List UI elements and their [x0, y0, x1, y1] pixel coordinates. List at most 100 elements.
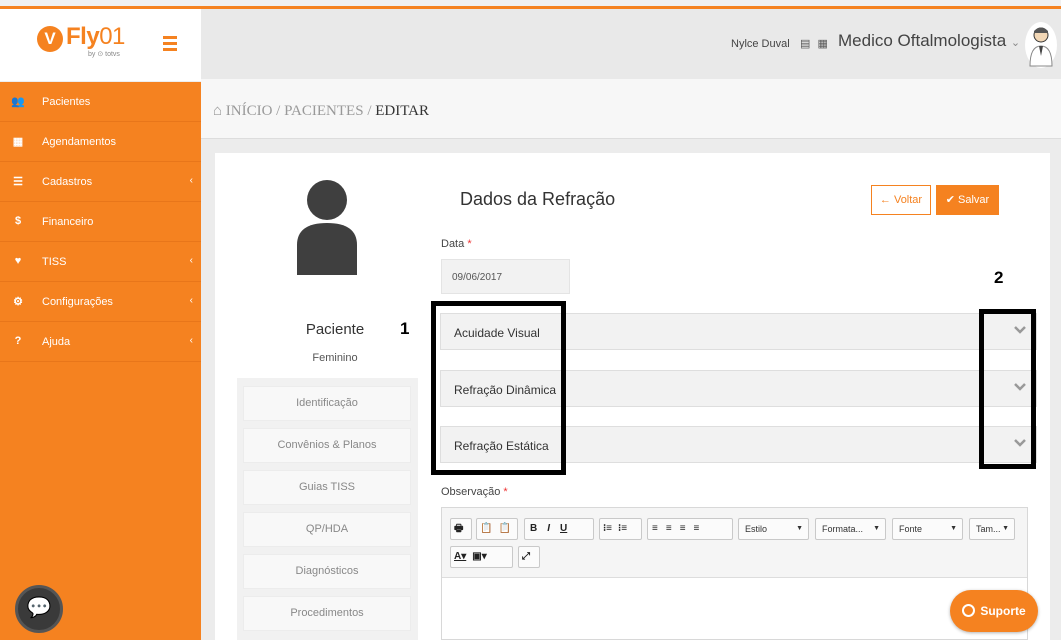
chevron-left-icon: ‹: [189, 175, 193, 186]
top-accent-bar: [0, 0, 1061, 9]
maximize-button[interactable]: ⤢: [518, 546, 540, 568]
patient-name: Paciente: [305, 321, 365, 338]
sidebar-item-financeiro[interactable]: $ Financeiro: [0, 202, 201, 242]
date-field[interactable]: 09/06/2017: [441, 259, 570, 294]
paste-text-icon[interactable]: 📋: [495, 519, 513, 539]
sidebar-item-tiss[interactable]: ♥ TISS ‹: [0, 242, 201, 282]
observation-label: Observação *: [441, 486, 508, 498]
annotation-number-1: 1: [400, 319, 410, 338]
user-name[interactable]: Nylce Duval: [731, 38, 790, 50]
role-selector[interactable]: Medico Oftalmologista ⌄: [838, 31, 1020, 51]
bold-button[interactable]: B: [525, 519, 542, 539]
caret-down-icon: ▼: [796, 525, 803, 532]
observation-label-text: Observação: [441, 486, 501, 498]
background-color-icon[interactable]: ▣▾: [469, 547, 489, 567]
format-dropdown[interactable]: Formata... ▼: [815, 518, 886, 540]
font-dropdown-label: Fonte: [899, 524, 923, 534]
date-label: Data *: [441, 238, 472, 250]
bullet-list-icon[interactable]: ⁝≡: [615, 519, 630, 539]
sidebar-item-pacientes[interactable]: 👥 Pacientes: [0, 82, 201, 122]
sidebar-item-label: Agendamentos: [42, 136, 116, 148]
sidebar-item-label: Cadastros: [42, 176, 93, 188]
chat-icon[interactable]: 💬: [15, 585, 63, 633]
sidebar-item-label: Configurações: [42, 296, 113, 308]
required-mark: *: [467, 238, 472, 250]
support-button[interactable]: Suporte: [950, 590, 1038, 632]
patient-menu-identificacao[interactable]: Identificação: [243, 386, 411, 421]
text-color-icon[interactable]: A▾: [451, 547, 469, 567]
sidebar: V Fly01 by ⊙ totvs 👥 Pacientes ▦ Agendam…: [0, 9, 201, 640]
patient-menu-diagnosticos[interactable]: Diagnósticos: [243, 554, 411, 589]
patient-panel: Paciente Feminino Identificação Convênio…: [215, 153, 1050, 640]
font-dropdown[interactable]: Fonte ▼: [892, 518, 963, 540]
size-dropdown[interactable]: Tam... ▼: [969, 518, 1015, 540]
paste-icon[interactable]: 📋: [477, 519, 495, 539]
top-header: Nylce Duval ▤ ▦ Medico Oftalmologista ⌄: [201, 9, 1061, 79]
sidebar-item-label: Pacientes: [42, 96, 91, 108]
breadcrumb: ⌂ INÍCIO / PACIENTES / EDITAR: [213, 103, 429, 120]
gear-icon: ⚙: [13, 296, 23, 308]
back-button[interactable]: ← Voltar: [871, 185, 931, 215]
numbered-list-icon[interactable]: ⁝≡: [600, 519, 615, 539]
color-group: A▾ ▣▾: [450, 546, 513, 568]
chevron-left-icon: ‹: [189, 335, 193, 346]
size-dropdown-label: Tam...: [976, 524, 1001, 534]
avatar[interactable]: [1025, 22, 1057, 68]
chevron-left-icon: ‹: [189, 295, 193, 306]
breadcrumb-section[interactable]: PACIENTES: [284, 103, 363, 119]
italic-button[interactable]: I: [542, 519, 555, 539]
editor-toolbar: 🖶 📋 📋 BIU ⁝≡ ⁝≡ ≡ ≡ ≡ ≡ Estilo ▼ Formata... ▼ F…: [442, 508, 1027, 578]
paste-group: 📋 📋: [476, 518, 518, 540]
chevron-left-icon: ‹: [189, 255, 193, 266]
caret-down-icon: ▼: [950, 525, 957, 532]
format-dropdown-label: Formata...: [822, 524, 864, 534]
patient-menu-qp-hda[interactable]: QP/HDA: [243, 512, 411, 547]
sidebar-item-label: Ajuda: [42, 336, 71, 348]
save-button[interactable]: ✔ Salvar: [936, 185, 999, 215]
logo[interactable]: Fly01: [66, 23, 125, 51]
sidebar-item-cadastros[interactable]: ☰ Cadastros ‹: [0, 162, 201, 202]
form-title: Dados da Refração: [460, 189, 616, 209]
logo-area: V Fly01 by ⊙ totvs: [0, 9, 201, 82]
breadcrumb-separator: /: [363, 103, 376, 119]
underline-button[interactable]: U: [555, 519, 572, 539]
hamburger-menu-icon[interactable]: [163, 36, 177, 51]
breadcrumb-bar: ⌂ INÍCIO / PACIENTES / EDITAR: [201, 79, 1061, 139]
calendar-icon: ▦: [12, 136, 24, 148]
align-left-icon[interactable]: ≡: [648, 519, 662, 539]
print-icon: 🖶: [454, 523, 464, 534]
style-dropdown-label: Estilo: [745, 524, 768, 534]
question-icon: ?: [14, 335, 22, 347]
role-label: Medico Oftalmologista: [838, 31, 1007, 50]
breadcrumb-current: EDITAR: [375, 103, 430, 119]
sidebar-item-configuracoes[interactable]: ⚙ Configurações ‹: [0, 282, 201, 322]
align-center-icon[interactable]: ≡: [662, 519, 676, 539]
align-justify-icon[interactable]: ≡: [690, 519, 704, 539]
patient-avatar-icon: [295, 175, 359, 275]
patient-menu-convenios[interactable]: Convênios & Planos: [243, 428, 411, 463]
sidebar-item-ajuda[interactable]: ? Ajuda ‹: [0, 322, 201, 362]
logo-number: 01: [99, 23, 125, 50]
sidebar-item-agendamentos[interactable]: ▦ Agendamentos: [0, 122, 201, 162]
style-dropdown[interactable]: Estilo ▼: [738, 518, 809, 540]
breadcrumb-home[interactable]: INÍCIO: [226, 103, 273, 119]
align-right-icon[interactable]: ≡: [676, 519, 690, 539]
sidebar-item-label: TISS: [42, 256, 67, 268]
required-mark: *: [503, 486, 508, 498]
users-icon: 👥: [11, 96, 25, 108]
maximize-icon: ⤢: [522, 551, 530, 562]
print-button[interactable]: 🖶: [450, 518, 472, 540]
apps-grid-icon[interactable]: ▤ ▦: [800, 37, 830, 50]
observation-editor[interactable]: 🖶 📋 📋 BIU ⁝≡ ⁝≡ ≡ ≡ ≡ ≡ Estilo ▼ Formata... ▼ F…: [441, 507, 1028, 640]
list-icon: ☰: [13, 176, 23, 188]
home-icon[interactable]: ⌂: [213, 103, 222, 119]
content-area: Paciente Feminino Identificação Convênio…: [201, 139, 1061, 640]
align-group: ≡ ≡ ≡ ≡: [647, 518, 733, 540]
logo-word: Fly: [66, 23, 100, 50]
annotation-box-2: [979, 309, 1036, 469]
format-group: BIU: [524, 518, 594, 540]
list-group: ⁝≡ ⁝≡: [599, 518, 642, 540]
patient-menu-procedimentos[interactable]: Procedimentos: [243, 596, 411, 631]
patient-menu-guias-tiss[interactable]: Guias TISS: [243, 470, 411, 505]
support-label: Suporte: [980, 604, 1026, 618]
